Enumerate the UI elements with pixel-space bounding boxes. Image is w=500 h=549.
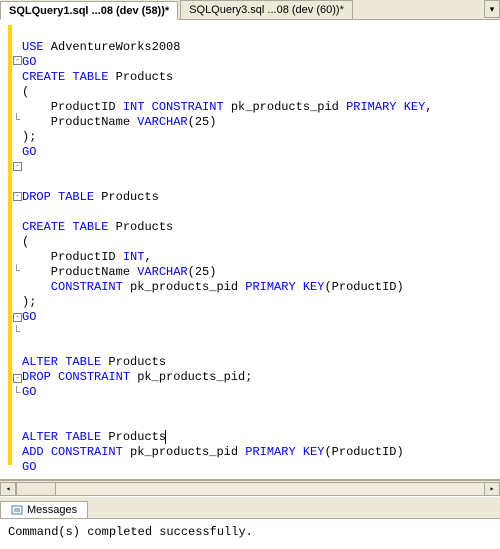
keyword: GO (22, 145, 36, 159)
tab-overflow-icon[interactable]: ▾ (484, 0, 500, 18)
scroll-right-icon[interactable]: ▸ (484, 482, 500, 496)
keyword: DROP (22, 370, 51, 384)
code-text: , (144, 250, 151, 264)
keyword: TABLE (65, 355, 101, 369)
code-text: Products (101, 355, 166, 369)
code-content[interactable]: USE AdventureWorks2008 GO CREATE TABLE P… (18, 20, 500, 479)
fold-icon[interactable]: - (13, 374, 22, 383)
fold-icon[interactable]: - (13, 313, 22, 322)
code-text: ); (22, 295, 36, 309)
fold-end-icon: └ (13, 389, 22, 398)
code-text: AdventureWorks2008 (44, 40, 181, 54)
keyword: ALTER (22, 430, 58, 444)
keyword: USE (22, 40, 44, 54)
keyword: CONSTRAINT (51, 445, 123, 459)
code-text: ProductID (22, 100, 123, 114)
tab-sqlquery1[interactable]: SQLQuery1.sql ...08 (dev (58))* (0, 1, 178, 20)
keyword: GO (22, 460, 36, 474)
tab-messages[interactable]: Messages (0, 501, 88, 518)
code-text: ProductID (22, 250, 123, 264)
keyword: CONSTRAINT (22, 280, 123, 294)
code-text: pk_products_pid (123, 445, 245, 459)
text-cursor (165, 430, 166, 444)
horizontal-scrollbar[interactable]: ◂ ▸ (0, 480, 500, 496)
keyword: CREATE (22, 70, 65, 84)
type: VARCHAR (137, 265, 187, 279)
editor-gutter: - └ - - └ - └ - └ (0, 20, 18, 479)
code-text: pk_products_pid (224, 100, 346, 114)
fold-icon[interactable]: - (13, 56, 22, 65)
fold-icon[interactable]: - (13, 192, 22, 201)
results-tabs: Messages (0, 496, 500, 518)
keyword: ADD (22, 445, 44, 459)
code-editor[interactable]: - └ - - └ - └ - └ USE AdventureWorks2008… (0, 20, 500, 480)
keyword: CREATE (22, 220, 65, 234)
keyword: TABLE (72, 70, 108, 84)
keyword: PRIMARY KEY (245, 280, 324, 294)
code-text: (ProductID) (324, 445, 403, 459)
scroll-track[interactable] (56, 482, 484, 496)
code-text: (ProductID) (324, 280, 403, 294)
messages-icon (11, 504, 23, 516)
type: INT (123, 100, 145, 114)
messages-pane[interactable]: Command(s) completed successfully. (0, 518, 500, 549)
code-text: Products (101, 430, 166, 444)
tab-label: Messages (27, 504, 77, 516)
code-text: ( (22, 85, 29, 99)
code-text: ( (22, 235, 29, 249)
code-text: (25) (188, 265, 217, 279)
keyword: GO (22, 55, 36, 69)
fold-end-icon: └ (13, 267, 22, 276)
keyword: GO (22, 385, 36, 399)
code-text: pk_products_pid (123, 280, 245, 294)
code-text: Products (94, 190, 159, 204)
scroll-left-icon[interactable]: ◂ (0, 482, 16, 496)
code-text: Products (108, 220, 173, 234)
message-text: Command(s) completed successfully. (8, 525, 253, 539)
keyword: CONSTRAINT (58, 370, 130, 384)
code-text: pk_products_pid; (130, 370, 252, 384)
type: INT (123, 250, 145, 264)
fold-end-icon: └ (13, 116, 22, 125)
tab-sqlquery3[interactable]: SQLQuery3.sql ...08 (dev (60))* (180, 0, 353, 19)
code-text: , (425, 100, 432, 114)
code-text: Products (108, 70, 173, 84)
scroll-thumb[interactable] (16, 482, 56, 496)
type: VARCHAR (137, 115, 187, 129)
keyword: CONSTRAINT (144, 100, 223, 114)
keyword: TABLE (72, 220, 108, 234)
keyword: TABLE (65, 430, 101, 444)
modification-bar (8, 25, 12, 465)
code-text: ); (22, 130, 36, 144)
code-text: ProductName (22, 265, 137, 279)
keyword: ALTER (22, 355, 58, 369)
keyword: GO (22, 310, 36, 324)
code-text: ProductName (22, 115, 137, 129)
fold-icon[interactable]: - (13, 162, 22, 171)
keyword: PRIMARY KEY (346, 100, 425, 114)
fold-end-icon: └ (13, 328, 22, 337)
keyword: PRIMARY KEY (245, 445, 324, 459)
document-tabs: SQLQuery1.sql ...08 (dev (58))* SQLQuery… (0, 0, 500, 20)
keyword: DROP (22, 190, 51, 204)
code-text: (25) (188, 115, 217, 129)
keyword: TABLE (58, 190, 94, 204)
